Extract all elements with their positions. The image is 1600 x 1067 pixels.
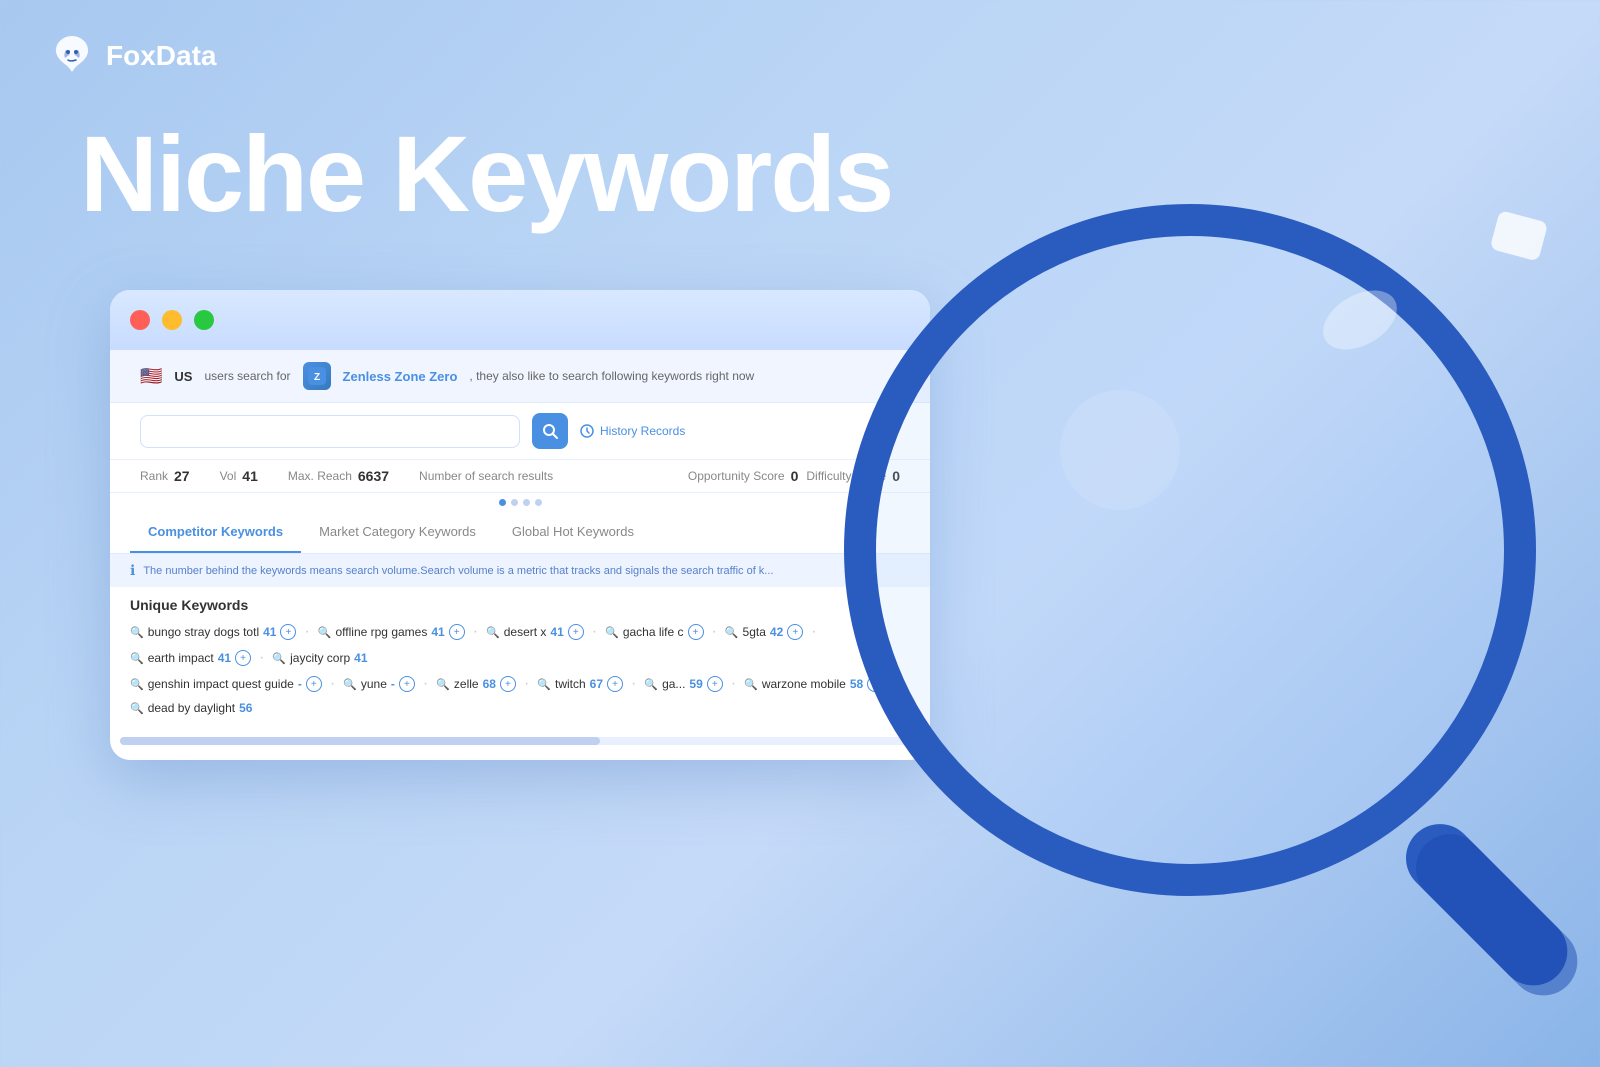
- keyword-item-dbd: 🔍 dead by daylight 56: [130, 701, 252, 715]
- keyword-item-offline-rpg: 🔍 offline rpg games 41 +: [318, 624, 465, 640]
- add-keyword-zelle[interactable]: +: [500, 676, 516, 692]
- search-results-stat: Number of search results: [419, 469, 553, 483]
- tabs-row: Competitor Keywords Market Category Keyw…: [110, 512, 930, 554]
- page-dot-3[interactable]: [523, 499, 530, 506]
- search-mini-icon: 🔍: [130, 678, 144, 691]
- browser-scrollbar[interactable]: [120, 737, 920, 745]
- keyword-item-yune: 🔍 yune - +: [343, 676, 415, 692]
- close-dot[interactable]: [130, 310, 150, 330]
- app-name-label: Zenless Zone Zero: [343, 369, 458, 384]
- info-banner-text: The number behind the keywords means sea…: [143, 565, 773, 577]
- vol-stat: Vol 41: [220, 468, 258, 484]
- search-mini-icon: 🔍: [436, 678, 450, 691]
- scrollbar-thumb: [120, 737, 600, 745]
- keyword-item-earth-impact: 🔍 earth impact 41 +: [130, 650, 251, 666]
- search-mini-icon: 🔍: [343, 678, 357, 691]
- search-mini-icon: 🔍: [130, 702, 144, 715]
- search-input-row: bungo stray dogs totl History Records: [110, 403, 930, 460]
- tab-market-category-keywords[interactable]: Market Category Keywords: [301, 512, 494, 553]
- keyword-search-input[interactable]: bungo stray dogs totl: [140, 415, 520, 448]
- logo-area: FoxData: [48, 32, 216, 80]
- keyword-item-5gta: 🔍 5gta 42 +: [725, 624, 803, 640]
- search-mini-icon: 🔍: [130, 626, 144, 639]
- add-keyword-ga[interactable]: +: [707, 676, 723, 692]
- stats-row: Rank 27 Vol 41 Max. Reach 6637 Number of…: [110, 460, 930, 493]
- search-bar-area: 🇺🇸 US users search for Z Zenless Zone Ze…: [110, 350, 930, 403]
- difficulty-score-stat: Difficulty Score 0: [806, 468, 900, 484]
- app-icon: Z: [303, 362, 331, 390]
- info-banner: ℹ The number behind the keywords means s…: [110, 554, 930, 587]
- keyword-item-ga: 🔍 ga... 59 +: [644, 676, 722, 692]
- keywords-row-1: 🔍 bungo stray dogs totl 41 + · 🔍 offline…: [130, 623, 910, 667]
- add-keyword-earth-impact[interactable]: +: [235, 650, 251, 666]
- search-mini-icon: 🔍: [486, 626, 500, 639]
- svg-text:Z: Z: [313, 372, 319, 383]
- tab-competitor-keywords[interactable]: Competitor Keywords: [130, 512, 301, 553]
- keywords-section: Unique Keywords 🔍 bungo stray dogs totl …: [110, 587, 930, 733]
- add-keyword-genshin[interactable]: +: [306, 676, 322, 692]
- search-mini-icon: 🔍: [644, 678, 658, 691]
- add-keyword-bungo[interactable]: +: [280, 624, 296, 640]
- opportunity-score-stat: Opportunity Score 0: [688, 468, 799, 484]
- history-records-button[interactable]: History Records: [580, 424, 685, 438]
- flag-icon: 🇺🇸: [140, 366, 162, 387]
- search-mini-icon: 🔍: [744, 678, 758, 691]
- add-keyword-5gta[interactable]: +: [787, 624, 803, 640]
- page-dot-2[interactable]: [511, 499, 518, 506]
- search-mini-icon: 🔍: [537, 678, 551, 691]
- keyword-item-warzone: 🔍 warzone mobile 58 +: [744, 676, 883, 692]
- brand-name: FoxData: [106, 40, 216, 72]
- rank-stat: Rank 27: [140, 468, 190, 484]
- search-mini-icon: 🔍: [605, 626, 619, 639]
- search-suffix-text: , they also like to search following key…: [469, 369, 754, 383]
- browser-titlebar: [110, 290, 930, 350]
- keywords-row-2: 🔍 genshin impact quest guide - + · 🔍 yun…: [130, 675, 910, 715]
- keyword-item-jaycity: 🔍 jaycity corp 41: [272, 651, 367, 665]
- max-reach-stat: Max. Reach 6637: [288, 468, 389, 484]
- page-dot-4[interactable]: [535, 499, 542, 506]
- region-label: US: [174, 369, 192, 384]
- tab-global-hot-keywords[interactable]: Global Hot Keywords: [494, 512, 652, 553]
- search-button[interactable]: [532, 413, 568, 449]
- add-keyword-twitch[interactable]: +: [607, 676, 623, 692]
- add-keyword-offline-rpg[interactable]: +: [449, 624, 465, 640]
- pagination-dots: [110, 493, 930, 512]
- add-keyword-desert-x[interactable]: +: [568, 624, 584, 640]
- add-keyword-warzone[interactable]: +: [867, 676, 883, 692]
- page-dot-1[interactable]: [499, 499, 506, 506]
- add-keyword-gacha[interactable]: +: [688, 624, 704, 640]
- page-heading: Niche Keywords: [80, 120, 892, 228]
- info-icon: ℹ: [130, 562, 135, 579]
- maximize-dot[interactable]: [194, 310, 214, 330]
- search-prefix-text: users search for: [204, 369, 290, 383]
- search-mini-icon: 🔍: [272, 652, 286, 665]
- keyword-item-bungo: 🔍 bungo stray dogs totl 41 +: [130, 624, 296, 640]
- keyword-item-twitch: 🔍 twitch 67 +: [537, 676, 623, 692]
- keyword-item-desert-x: 🔍 desert x 41 +: [486, 624, 584, 640]
- history-label: History Records: [600, 424, 685, 438]
- unique-keywords-title: Unique Keywords: [130, 597, 910, 613]
- foxdata-logo-icon: [48, 32, 96, 80]
- keyword-item-zelle: 🔍 zelle 68 +: [436, 676, 516, 692]
- search-mini-icon: 🔍: [130, 652, 144, 665]
- minimize-dot[interactable]: [162, 310, 182, 330]
- search-mini-icon: 🔍: [318, 626, 332, 639]
- browser-window: 🇺🇸 US users search for Z Zenless Zone Ze…: [110, 290, 930, 760]
- keyword-item-gacha: 🔍 gacha life c +: [605, 624, 703, 640]
- keyword-item-genshin: 🔍 genshin impact quest guide - +: [130, 676, 322, 692]
- search-mini-icon: 🔍: [725, 626, 739, 639]
- add-keyword-yune[interactable]: +: [399, 676, 415, 692]
